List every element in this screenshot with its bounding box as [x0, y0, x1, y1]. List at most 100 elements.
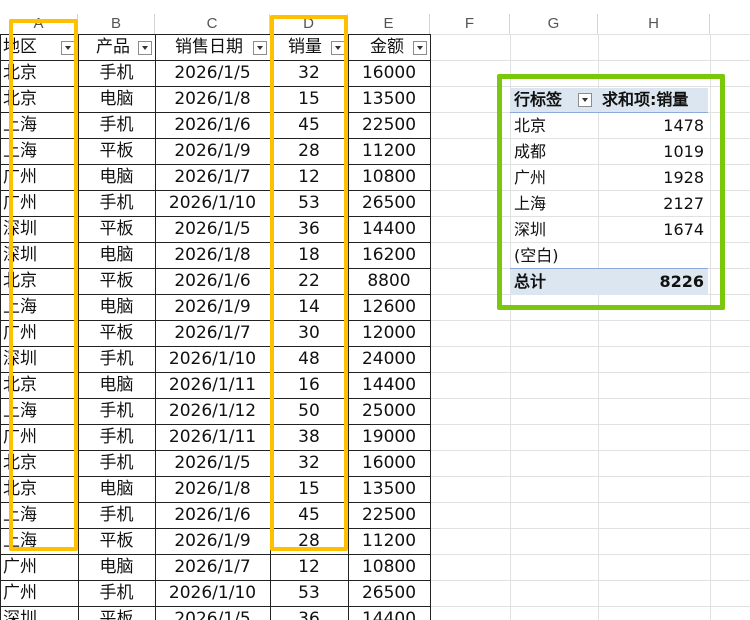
gridline-row — [430, 60, 750, 61]
table-cell[interactable]: 25000 — [348, 398, 430, 424]
table-cell[interactable]: 2026/1/5 — [155, 60, 270, 86]
table-cell[interactable]: 电脑 — [78, 86, 155, 112]
gridline-row — [430, 398, 750, 399]
table-cell[interactable]: 12 — [270, 554, 348, 580]
column-header-g[interactable]: G — [510, 14, 598, 34]
table-cell[interactable]: 14400 — [348, 606, 430, 620]
table-cell[interactable]: 2026/1/10 — [155, 346, 270, 372]
table-cell[interactable]: 手机 — [78, 580, 155, 606]
gridline-row — [430, 528, 750, 529]
column-header-next[interactable] — [710, 14, 750, 34]
table-cell[interactable]: 2026/1/8 — [155, 242, 270, 268]
chevron-down-icon — [142, 46, 148, 50]
table-cell[interactable]: 12600 — [348, 294, 430, 320]
table-cell[interactable]: 平板 — [78, 138, 155, 164]
table-cell[interactable]: 2026/1/5 — [155, 450, 270, 476]
table-cell[interactable]: 2026/1/12 — [155, 398, 270, 424]
table-cell[interactable]: 手机 — [78, 346, 155, 372]
filter-dropdown-button[interactable] — [138, 41, 152, 55]
filter-dropdown-button[interactable] — [253, 41, 267, 55]
table-cell[interactable]: 13500 — [348, 476, 430, 502]
table-cell[interactable]: 10800 — [348, 164, 430, 190]
table-cell[interactable]: 平板 — [78, 216, 155, 242]
table-cell[interactable]: 电脑 — [78, 554, 155, 580]
table-cell[interactable]: 2026/1/5 — [155, 216, 270, 242]
table-cell[interactable]: 手机 — [78, 424, 155, 450]
table-cell[interactable]: 11200 — [348, 138, 430, 164]
filter-dropdown-button[interactable] — [413, 41, 427, 55]
gridline-row — [430, 476, 750, 477]
table-cell[interactable]: 2026/1/7 — [155, 320, 270, 346]
table-cell[interactable]: 2026/1/5 — [155, 606, 270, 620]
table-cell[interactable]: 2026/1/6 — [155, 112, 270, 138]
table-cell[interactable]: 22500 — [348, 112, 430, 138]
gridline-row — [430, 554, 750, 555]
table-cell[interactable]: 26500 — [348, 190, 430, 216]
table-cell[interactable]: 平板 — [78, 320, 155, 346]
table-cell[interactable]: 16000 — [348, 60, 430, 86]
table-cell[interactable]: 2026/1/8 — [155, 86, 270, 112]
table-cell[interactable]: 广州 — [0, 554, 78, 580]
sheet-top-strip — [0, 0, 750, 14]
table-cell[interactable]: 22500 — [348, 502, 430, 528]
table-cell[interactable]: 2026/1/6 — [155, 502, 270, 528]
column-header-e[interactable]: E — [348, 14, 430, 34]
spreadsheet-grid[interactable]: ABCDEFGH 地区 产品 销售日期 销量 金额 北京 手机 2026/1/5 32 16000… — [0, 0, 750, 620]
table-cell[interactable]: 手机 — [78, 502, 155, 528]
table-cell[interactable]: 10800 — [348, 554, 430, 580]
table-cell[interactable]: 2026/1/7 — [155, 164, 270, 190]
table-cell[interactable]: 手机 — [78, 398, 155, 424]
table-cell[interactable]: 手机 — [78, 190, 155, 216]
table-cell[interactable]: 平板 — [78, 528, 155, 554]
table-cell[interactable]: 12000 — [348, 320, 430, 346]
table-cell[interactable]: 2026/1/10 — [155, 580, 270, 606]
table-cell[interactable]: 14400 — [348, 372, 430, 398]
table-cell[interactable]: 手机 — [78, 450, 155, 476]
table-cell[interactable]: 53 — [270, 580, 348, 606]
table-cell[interactable]: 深圳 — [0, 606, 78, 620]
table-cell[interactable]: 手机 — [78, 112, 155, 138]
gridline-row — [430, 580, 750, 581]
table-cell[interactable]: 电脑 — [78, 476, 155, 502]
gridline-row — [430, 424, 750, 425]
table-cell[interactable]: 2026/1/9 — [155, 138, 270, 164]
gridline-row — [430, 320, 750, 321]
table-cell[interactable]: 26500 — [348, 580, 430, 606]
column-header-b[interactable]: B — [78, 14, 155, 34]
table-cell[interactable]: 电脑 — [78, 372, 155, 398]
table-cell[interactable]: 19000 — [348, 424, 430, 450]
table-cell[interactable]: 手机 — [78, 60, 155, 86]
column-header-c[interactable]: C — [155, 14, 270, 34]
table-cell[interactable]: 13500 — [348, 86, 430, 112]
table-cell[interactable]: 电脑 — [78, 164, 155, 190]
table-cell[interactable]: 2026/1/6 — [155, 268, 270, 294]
table-cell[interactable]: 2026/1/9 — [155, 294, 270, 320]
table-cell[interactable]: 2026/1/7 — [155, 554, 270, 580]
table-cell[interactable]: 电脑 — [78, 294, 155, 320]
table-cell[interactable]: 14400 — [348, 216, 430, 242]
table-cell[interactable]: 24000 — [348, 346, 430, 372]
table-cell[interactable]: 2026/1/9 — [155, 528, 270, 554]
table-cell[interactable]: 2026/1/11 — [155, 424, 270, 450]
gridline-row — [430, 606, 750, 607]
table-cell[interactable]: 11200 — [348, 528, 430, 554]
gridline-row — [430, 346, 750, 347]
table-cell[interactable]: 2026/1/8 — [155, 476, 270, 502]
column-header-h[interactable]: H — [598, 14, 710, 34]
pivot-highlight-box — [497, 74, 725, 310]
table-cell[interactable]: 平板 — [78, 606, 155, 620]
table-cell[interactable]: 2026/1/11 — [155, 372, 270, 398]
gridline-row — [430, 34, 750, 35]
table-cell[interactable]: 36 — [270, 606, 348, 620]
table-cell[interactable]: 平板 — [78, 268, 155, 294]
column-d-highlight-box — [270, 15, 348, 551]
table-cell[interactable]: 16000 — [348, 450, 430, 476]
table-cell[interactable]: 电脑 — [78, 242, 155, 268]
table-cell[interactable]: 2026/1/10 — [155, 190, 270, 216]
table-cell[interactable]: 16200 — [348, 242, 430, 268]
column-a-highlight-box — [9, 19, 78, 551]
table-cell[interactable]: 广州 — [0, 580, 78, 606]
table-col-border — [430, 34, 431, 620]
table-cell[interactable]: 8800 — [348, 268, 430, 294]
column-header-f[interactable]: F — [430, 14, 510, 34]
